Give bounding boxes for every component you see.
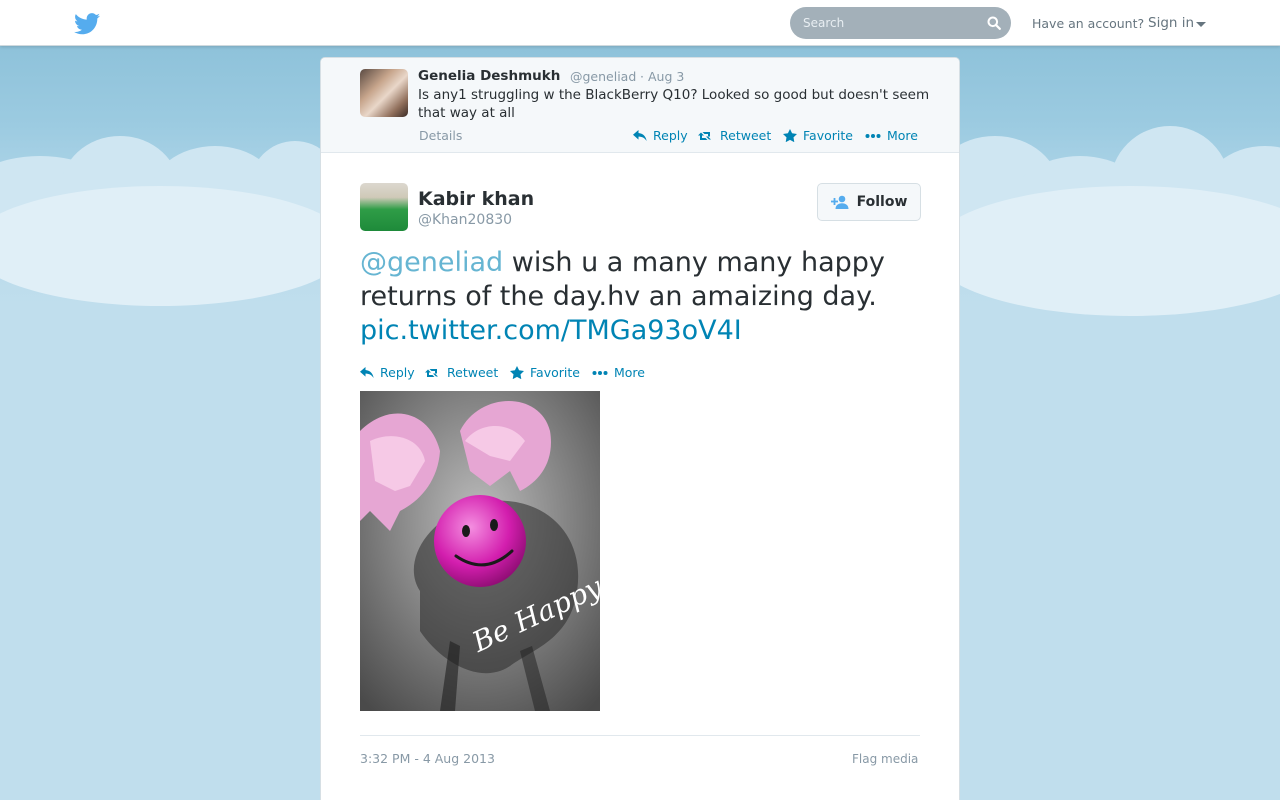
- have-account-text: Have an account?: [1032, 16, 1145, 31]
- retweet-button[interactable]: Retweet: [425, 365, 498, 380]
- search-input[interactable]: [790, 7, 980, 39]
- more-button[interactable]: More: [592, 365, 645, 380]
- retweet-label: Retweet: [720, 128, 772, 143]
- search-icon[interactable]: [987, 16, 1001, 30]
- avatar[interactable]: [360, 69, 408, 117]
- caret-down-icon[interactable]: [1196, 22, 1206, 27]
- more-label: More: [887, 128, 918, 143]
- retweet-icon: [425, 368, 438, 377]
- favorite-button[interactable]: Favorite: [783, 128, 853, 143]
- tweet-permalink-card: Genelia Deshmukh @geneliad · Aug 3 Is an…: [320, 57, 960, 800]
- tweet-photo[interactable]: Be Happy: [360, 391, 600, 711]
- mention-link[interactable]: @geneliad: [360, 247, 503, 278]
- retweet-icon: [698, 131, 711, 140]
- favorite-label: Favorite: [530, 365, 580, 380]
- reply-button[interactable]: Reply: [633, 128, 688, 143]
- author-name[interactable]: Kabir khan: [418, 188, 534, 210]
- twitter-bird-icon[interactable]: [74, 13, 100, 35]
- avatar[interactable]: [360, 183, 408, 231]
- cloud: [0, 186, 350, 306]
- star-icon: [510, 366, 524, 379]
- separator-dot: ·: [640, 69, 644, 84]
- author-handle[interactable]: @Khan20830: [418, 212, 512, 228]
- star-icon: [783, 129, 797, 142]
- ancestor-author-handle[interactable]: @geneliad: [570, 69, 636, 84]
- favorite-label: Favorite: [803, 128, 853, 143]
- reply-button[interactable]: Reply: [360, 365, 415, 380]
- follow-person-icon: [830, 195, 849, 209]
- reply-label: Reply: [380, 365, 415, 380]
- ancestor-tweet[interactable]: Genelia Deshmukh @geneliad · Aug 3 Is an…: [321, 58, 959, 153]
- search-box: [790, 7, 1011, 39]
- egg-photo-image: Be Happy: [360, 391, 600, 711]
- reply-label: Reply: [653, 128, 688, 143]
- pic-link[interactable]: pic.twitter.com/TMGa93oV4I: [360, 315, 742, 346]
- more-dots-icon: [592, 370, 608, 375]
- top-navigation-bar: Have an account? Sign in: [0, 0, 1280, 46]
- tweet-timestamp: 3:32 PM - 4 Aug 2013: [360, 751, 495, 766]
- tweet-text: @geneliad wish u a many many happy retur…: [360, 246, 930, 348]
- divider: [360, 735, 920, 736]
- retweet-label: Retweet: [447, 365, 499, 380]
- follow-label: Follow: [856, 194, 908, 210]
- more-button[interactable]: More: [865, 128, 918, 143]
- reply-icon: [360, 366, 374, 378]
- ancestor-author-name[interactable]: Genelia Deshmukh: [418, 68, 560, 84]
- sign-in-link[interactable]: Sign in: [1148, 15, 1194, 31]
- details-link[interactable]: Details: [419, 128, 462, 143]
- ancestor-tweet-date[interactable]: Aug 3: [648, 69, 684, 84]
- favorite-button[interactable]: Favorite: [510, 365, 580, 380]
- follow-button[interactable]: Follow: [817, 183, 921, 221]
- flag-media-link[interactable]: Flag media: [852, 752, 918, 766]
- reply-icon: [633, 129, 647, 141]
- more-label: More: [614, 365, 645, 380]
- ancestor-tweet-text: Is any1 struggling w the BlackBerry Q10?…: [418, 87, 930, 121]
- more-dots-icon: [865, 133, 881, 138]
- retweet-button[interactable]: Retweet: [698, 128, 771, 143]
